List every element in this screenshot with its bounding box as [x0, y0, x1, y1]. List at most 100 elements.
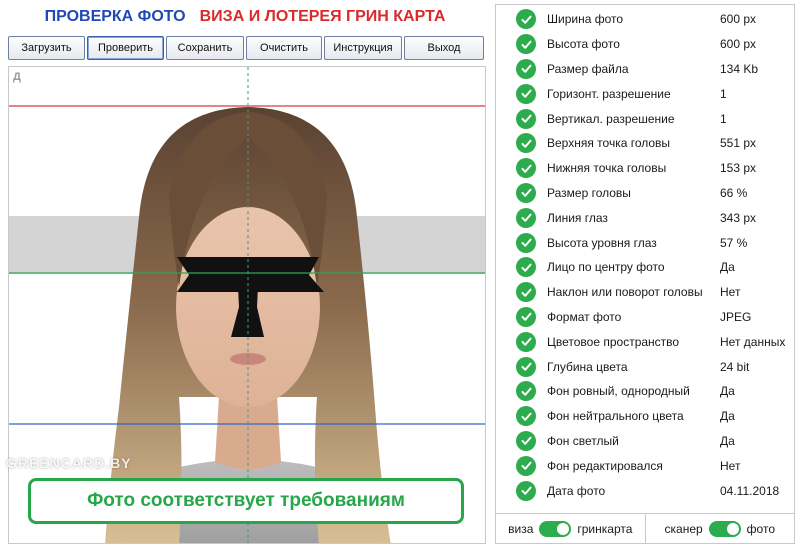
check-label: Лицо по центру фото [547, 260, 665, 275]
toggle-label-scanner: сканер [664, 521, 703, 536]
panel-footer: виза гринкарта сканер фото [496, 513, 794, 543]
save-button[interactable]: Сохранить [166, 36, 244, 60]
check-row: Высота фото 600 px [496, 32, 796, 57]
toggle-label-photo: фото [746, 521, 775, 536]
title-visa-lottery: ВИЗА И ЛОТЕРЕЯ ГРИН КАРТА [199, 8, 446, 25]
check-row: Нижняя точка головы 153 px [496, 156, 796, 181]
check-mark-icon [516, 133, 536, 154]
check-mark-icon [516, 207, 536, 228]
check-row: Формат фото JPEG [496, 305, 796, 330]
check-value: JPEG [720, 309, 752, 324]
title-photo-check: ПРОВЕРКА ФОТО [44, 8, 186, 25]
check-value: Да [720, 260, 735, 275]
check-value: 153 px [720, 161, 757, 176]
check-value: 57 % [720, 235, 748, 250]
visa-greencard-switch[interactable] [539, 520, 572, 537]
mode-toggle-group: виза гринкарта [496, 514, 645, 543]
toggle-label-greencard: гринкарта [577, 521, 633, 536]
check-value: 551 px [720, 136, 757, 151]
check-label: Цветовое пространство [547, 334, 680, 349]
clear-button[interactable]: Очистить [246, 36, 322, 60]
load-button[interactable]: Загрузить [8, 36, 85, 60]
check-value: Нет [720, 458, 741, 473]
check-mark-icon [516, 108, 536, 129]
checklist-panel: Ширина фото 600 px Высота фото 600 px Размер… [495, 4, 795, 544]
check-label: Высота уровня глаз [547, 235, 657, 250]
check-value: 600 px [720, 12, 757, 27]
check-value: Да [720, 384, 735, 399]
check-mark-icon [516, 232, 536, 253]
check-mark-icon [516, 83, 536, 104]
check-mark-icon [516, 306, 536, 327]
check-mark-icon [516, 331, 536, 352]
check-label: Фон светлый [547, 433, 619, 448]
check-row: Верхняя точка головы 551 px [496, 131, 796, 156]
check-label: Линия глаз [547, 210, 608, 225]
header: ПРОВЕРКА ФОТО ВИЗА И ЛОТЕРЕЯ ГРИН КАРТА [0, 0, 490, 34]
check-value: 66 % [720, 185, 748, 200]
check-row: Наклон или поворот головы Нет [496, 280, 796, 305]
check-mark-icon [516, 58, 536, 79]
check-label: Дата фото [547, 483, 606, 498]
check-value: Да [720, 409, 735, 424]
check-row: Фон редактировался Нет [496, 453, 796, 478]
check-row: Дата фото 04.11.2018 [496, 478, 796, 503]
check-mark-icon [516, 158, 536, 179]
check-row: Горизонт. разрешение 1 [496, 81, 796, 106]
check-label: Фон нейтрального цвета [547, 409, 684, 424]
check-value: 24 bit [720, 359, 750, 374]
check-mark-icon [516, 356, 536, 377]
check-value: Да [720, 433, 735, 448]
check-row: Фон нейтрального цвета Да [496, 404, 796, 429]
scanner-photo-switch[interactable] [708, 520, 741, 537]
check-mark-icon [516, 406, 536, 427]
check-mark-icon [516, 455, 536, 476]
toolbar: Загрузить Проверить Сохранить Очистить И… [8, 36, 488, 60]
check-label: Размер головы [547, 185, 631, 200]
check-row: Фон ровный, однородный Да [496, 379, 796, 404]
watermark: GREENCARD.BY [6, 455, 132, 471]
check-label: Ширина фото [547, 12, 624, 27]
check-row: Ширина фото 600 px [496, 7, 796, 32]
exit-button[interactable]: Выход [404, 36, 484, 60]
check-mark-icon [516, 282, 536, 303]
check-value: 1 [720, 86, 727, 101]
check-row: Цветовое пространство Нет данных [496, 329, 796, 354]
check-label: Глубина цвета [547, 359, 628, 374]
result-banner: Фото соответствует требованиям [28, 478, 464, 524]
check-row: Глубина цвета 24 bit [496, 354, 796, 379]
instructions-button[interactable]: Инструкция [324, 36, 402, 60]
corner-letter: Д [13, 71, 21, 83]
check-label: Нижняя точка головы [547, 161, 667, 176]
check-value: 04.11.2018 [720, 483, 780, 498]
check-mark-icon [516, 480, 536, 501]
check-row: Лицо по центру фото Да [496, 255, 796, 280]
check-mark-icon [516, 430, 536, 451]
toggle-label-visa: виза [508, 521, 534, 536]
check-mark-icon [516, 381, 536, 402]
check-button[interactable]: Проверить [87, 36, 164, 60]
check-row: Размер головы 66 % [496, 181, 796, 206]
portrait-photo [9, 67, 485, 543]
check-row: Размер файла 134 Kb [496, 57, 796, 82]
check-row: Высота уровня глаз 57 % [496, 230, 796, 255]
check-row: Фон светлый Да [496, 429, 796, 454]
check-mark-icon [516, 182, 536, 203]
check-label: Формат фото [547, 309, 622, 324]
check-label: Фон редактировался [547, 458, 663, 473]
check-row: Линия глаз 343 px [496, 205, 796, 230]
check-mark-icon [516, 34, 536, 55]
check-list: Ширина фото 600 px Высота фото 600 px Размер… [496, 7, 796, 503]
check-label: Верхняя точка головы [547, 136, 671, 151]
check-value: 134 Kb [720, 61, 759, 76]
result-text: Фото соответствует требованиям [87, 490, 405, 511]
check-row: Вертикал. разрешение 1 [496, 106, 796, 131]
photo-preview: Д [8, 66, 486, 544]
check-value: 343 px [720, 210, 757, 225]
check-label: Высота фото [547, 37, 620, 52]
check-label: Фон ровный, однородный [547, 384, 690, 399]
photo-check-app: ПРОВЕРКА ФОТО ВИЗА И ЛОТЕРЕЯ ГРИН КАРТА … [0, 0, 800, 550]
check-label: Размер файла [547, 61, 629, 76]
check-label: Горизонт. разрешение [547, 86, 671, 101]
check-label: Наклон или поворот головы [547, 285, 703, 300]
